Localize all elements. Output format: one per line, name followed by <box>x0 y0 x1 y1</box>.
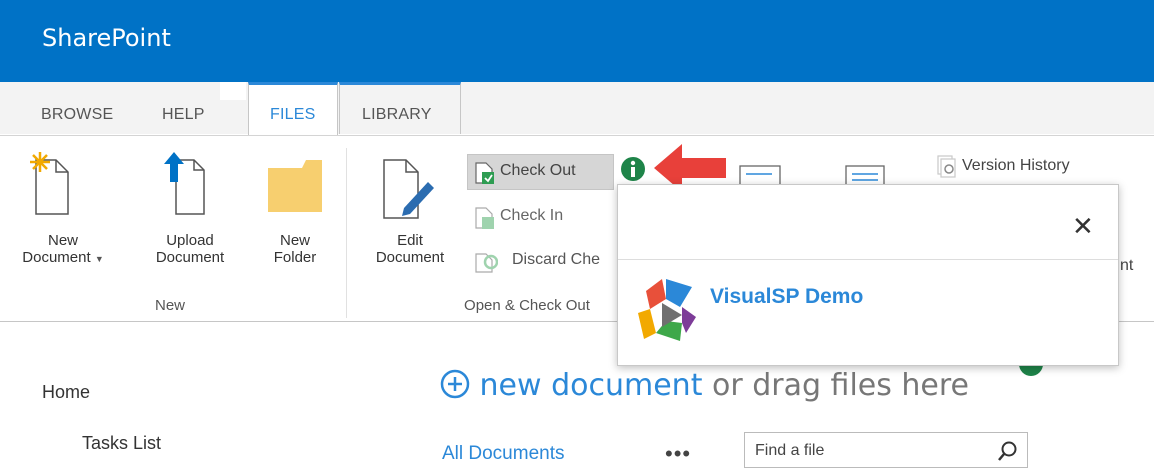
new-document-link[interactable]: new document or drag files here <box>440 368 969 403</box>
group-label-new: New <box>154 297 185 314</box>
drag-files-text: or drag files here <box>702 368 970 403</box>
new-folder-label-2: Folder <box>273 249 317 266</box>
new-document-icon[interactable] <box>30 150 80 218</box>
suite-bar: SharePoint <box>0 0 1154 82</box>
version-history-icon <box>937 155 956 178</box>
close-icon[interactable]: ✕ <box>1072 211 1094 242</box>
new-folder-label-1: New <box>279 232 310 249</box>
dropdown-arrow-icon[interactable]: ▼ <box>95 254 104 264</box>
popup-title[interactable]: VisualSP Demo <box>710 285 863 309</box>
nav-home[interactable]: Home <box>42 382 90 403</box>
brand-title[interactable]: SharePoint <box>42 24 171 52</box>
discard-label: Discard Che <box>512 251 601 268</box>
edit-document-button[interactable]: Edit Document <box>370 232 450 266</box>
upload-document-button[interactable]: Upload Document <box>150 232 230 266</box>
more-options-icon[interactable]: ••• <box>665 441 691 467</box>
version-history-label: Version History <box>962 157 1070 174</box>
group-separator <box>346 148 347 318</box>
tab-files[interactable]: FILES <box>270 106 315 124</box>
check-in-icon <box>475 207 494 229</box>
nav-tasks-list[interactable]: Tasks List <box>82 433 161 454</box>
edit-document-icon[interactable] <box>380 156 440 222</box>
new-document-button[interactable]: New Document ▼ <box>20 232 106 268</box>
folder-icon[interactable] <box>266 160 324 216</box>
upload-label-1: Upload <box>166 232 214 249</box>
search-box <box>744 432 1028 468</box>
view-all-documents[interactable]: All Documents <box>442 443 565 465</box>
check-out-button[interactable]: Check Out <box>467 154 614 190</box>
edit-label-1: Edit <box>397 232 423 249</box>
new-document-label-2: Document <box>22 249 91 266</box>
trailing-ribbon-text: nt <box>1120 257 1134 274</box>
tab-library[interactable]: LIBRARY <box>362 106 432 124</box>
tab-help[interactable]: HELP <box>162 106 205 124</box>
edit-label-2: Document <box>375 249 445 266</box>
upload-label-2: Document <box>155 249 225 266</box>
check-out-label: Check Out <box>500 162 576 179</box>
discard-check-out-button[interactable]: Discard Che <box>470 246 618 276</box>
search-icon[interactable] <box>997 440 1019 462</box>
discard-icon <box>475 253 498 273</box>
visualsp-logo <box>638 279 696 341</box>
popup-divider <box>618 259 1118 260</box>
tab-browse[interactable]: BROWSE <box>41 106 113 124</box>
tab-gap <box>220 82 246 100</box>
group-label-open-check-out: Open & Check Out <box>464 297 590 314</box>
upload-document-icon[interactable] <box>160 150 210 218</box>
search-input[interactable] <box>753 440 987 462</box>
add-icon <box>440 369 470 399</box>
help-popup: ✕ VisualSP Demo <box>617 184 1119 366</box>
check-in-label: Check In <box>500 207 564 224</box>
check-out-icon <box>475 162 494 184</box>
info-icon[interactable] <box>620 156 646 182</box>
check-in-button[interactable]: Check In <box>470 202 590 232</box>
new-folder-button[interactable]: New Folder <box>260 232 330 266</box>
version-history-button[interactable]: Version History <box>932 152 1132 182</box>
new-document-text: new document <box>479 368 703 403</box>
new-document-label-1: New <box>47 232 78 249</box>
